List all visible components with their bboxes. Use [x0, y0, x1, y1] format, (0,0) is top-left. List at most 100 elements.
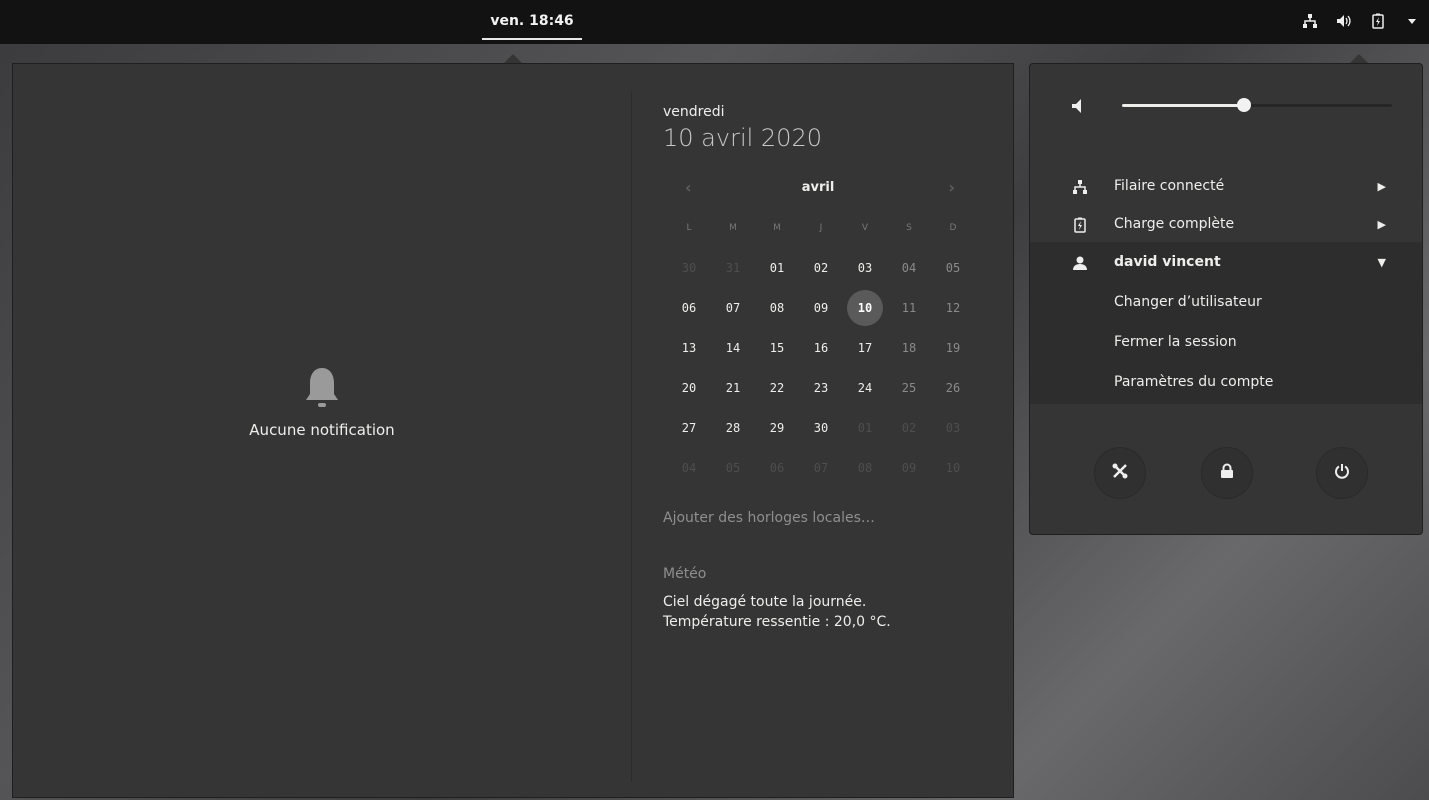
calendar-day[interactable]: 04 — [667, 448, 711, 488]
calendar-day[interactable]: 05 — [711, 448, 755, 488]
clock-button[interactable]: ven. 18:46 — [482, 10, 582, 40]
calendar-day[interactable]: 24 — [843, 368, 887, 408]
calendar-day-number: 20 — [681, 381, 697, 395]
calendar-day-number: 09 — [813, 301, 829, 315]
weather-summary[interactable]: Ciel dégagé toute la journée. Températur… — [663, 592, 1003, 632]
switch-user-item[interactable]: Changer d’utilisateur — [1114, 294, 1262, 310]
calendar-day[interactable]: 14 — [711, 328, 755, 368]
calendar-day[interactable]: 12 — [931, 288, 975, 328]
settings-icon — [1111, 462, 1129, 484]
calendar-day[interactable]: 01 — [755, 248, 799, 288]
weekday-header: M — [773, 223, 781, 233]
network-wired-icon[interactable] — [1301, 12, 1319, 30]
power-button[interactable] — [1316, 447, 1368, 499]
calendar-day[interactable]: 26 — [931, 368, 975, 408]
weather-title[interactable]: Météo — [663, 566, 1003, 582]
calendar-day[interactable]: 03 — [843, 248, 887, 288]
calendar-day[interactable]: 11 — [887, 288, 931, 328]
account-settings-item[interactable]: Paramètres du compte — [1114, 374, 1273, 390]
calendar-day-number: 01 — [857, 421, 873, 435]
calendar-day[interactable]: 02 — [799, 248, 843, 288]
calendar-day[interactable]: 20 — [667, 368, 711, 408]
calendar-day[interactable]: 05 — [931, 248, 975, 288]
calendar-day[interactable]: 17 — [843, 328, 887, 368]
calendar-day[interactable]: 25 — [887, 368, 931, 408]
calendar-day[interactable]: 13 — [667, 328, 711, 368]
calendar-day[interactable]: 01 — [843, 408, 887, 448]
weekday-header: D — [949, 223, 957, 233]
calendar-day-number: 10 — [847, 290, 883, 326]
calendar-day[interactable]: 18 — [887, 328, 931, 368]
calendar-day[interactable]: 09 — [887, 448, 931, 488]
logout-item[interactable]: Fermer la session — [1114, 334, 1237, 350]
calendar-day-number: 26 — [945, 381, 961, 395]
calendar-popover-arrow — [504, 54, 522, 63]
full-date[interactable]: 10 avril 2020 — [663, 124, 1003, 152]
calendar-day[interactable]: 21 — [711, 368, 755, 408]
system-menu-popover-arrow — [1350, 54, 1368, 63]
calendar-day[interactable]: 22 — [755, 368, 799, 408]
calendar-day-number: 09 — [901, 461, 917, 475]
calendar-day-number: 24 — [857, 381, 873, 395]
calendar-day-number: 28 — [725, 421, 741, 435]
calendar-day[interactable]: 29 — [755, 408, 799, 448]
weekday-header: S — [906, 223, 912, 233]
weekday-header: M — [729, 223, 737, 233]
calendar-day-number: 06 — [769, 461, 785, 475]
calendar-day-number: 30 — [681, 261, 697, 275]
calendar-column: vendredi 10 avril 2020 ‹ avril › L M M J V S D… — [663, 104, 1003, 632]
add-world-clocks-link[interactable]: Ajouter des horloges locales… — [663, 510, 1003, 526]
weather-line-1: Ciel dégagé toute la journée. — [663, 594, 867, 610]
calendar-day[interactable]: 19 — [931, 328, 975, 368]
weekday-header: J — [819, 223, 823, 233]
calendar-day[interactable]: 02 — [887, 408, 931, 448]
system-tray[interactable] — [1301, 12, 1421, 30]
calendar-day[interactable]: 27 — [667, 408, 711, 448]
day-name[interactable]: vendredi — [663, 104, 1003, 120]
lock-button[interactable] — [1201, 447, 1253, 499]
calendar-day[interactable]: 07 — [799, 448, 843, 488]
battery-icon[interactable] — [1369, 12, 1387, 30]
system-menu: Filaire connecté ▶ Charge complète ▶ dav… — [1029, 63, 1423, 535]
calendar-day-number: 19 — [945, 341, 961, 355]
calendar-day[interactable]: 30 — [799, 408, 843, 448]
next-month-button[interactable]: › — [948, 178, 955, 197]
calendar-day[interactable]: 31 — [711, 248, 755, 288]
calendar-day-number: 11 — [901, 301, 917, 315]
wired-network-item[interactable]: Filaire connecté ▶ — [1030, 168, 1422, 206]
calendar-day[interactable]: 07 — [711, 288, 755, 328]
calendar-day-number: 08 — [857, 461, 873, 475]
calendar-day-number: 18 — [901, 341, 917, 355]
calendar-day-number: 21 — [725, 381, 741, 395]
battery-label: Charge complète — [1114, 216, 1235, 232]
calendar-day-number: 22 — [769, 381, 785, 395]
volume-icon[interactable] — [1335, 12, 1353, 30]
user-icon — [1072, 255, 1088, 271]
calendar-day[interactable]: 30 — [667, 248, 711, 288]
calendar-day[interactable]: 15 — [755, 328, 799, 368]
calendar-day[interactable]: 03 — [931, 408, 975, 448]
system-menu-arrow-icon[interactable] — [1403, 12, 1421, 30]
calendar-day[interactable]: 08 — [843, 448, 887, 488]
calendar-day[interactable]: 28 — [711, 408, 755, 448]
battery-item[interactable]: Charge complète ▶ — [1030, 206, 1422, 244]
calendar-day[interactable]: 06 — [755, 448, 799, 488]
calendar-day[interactable]: 06 — [667, 288, 711, 328]
user-item[interactable]: david vincent ▼ — [1030, 244, 1422, 282]
settings-button[interactable] — [1094, 447, 1146, 499]
volume-slider-handle[interactable] — [1236, 98, 1251, 112]
calendar-day-number: 15 — [769, 341, 785, 355]
calendar-day-number: 03 — [945, 421, 961, 435]
top-bar: ven. 18:46 — [0, 0, 1429, 44]
calendar-day[interactable]: 04 — [887, 248, 931, 288]
calendar-day[interactable]: 09 — [799, 288, 843, 328]
calendar-day-number: 04 — [901, 261, 917, 275]
calendar-day[interactable]: 10 — [931, 448, 975, 488]
no-notifications-label: Aucune notification — [249, 420, 395, 439]
calendar-day-number: 07 — [813, 461, 829, 475]
month-name: avril — [801, 180, 835, 195]
calendar-day[interactable]: 23 — [799, 368, 843, 408]
calendar-day[interactable]: 08 — [755, 288, 799, 328]
calendar-day[interactable]: 16 — [799, 328, 843, 368]
calendar-day-today[interactable]: 10 — [843, 288, 887, 328]
